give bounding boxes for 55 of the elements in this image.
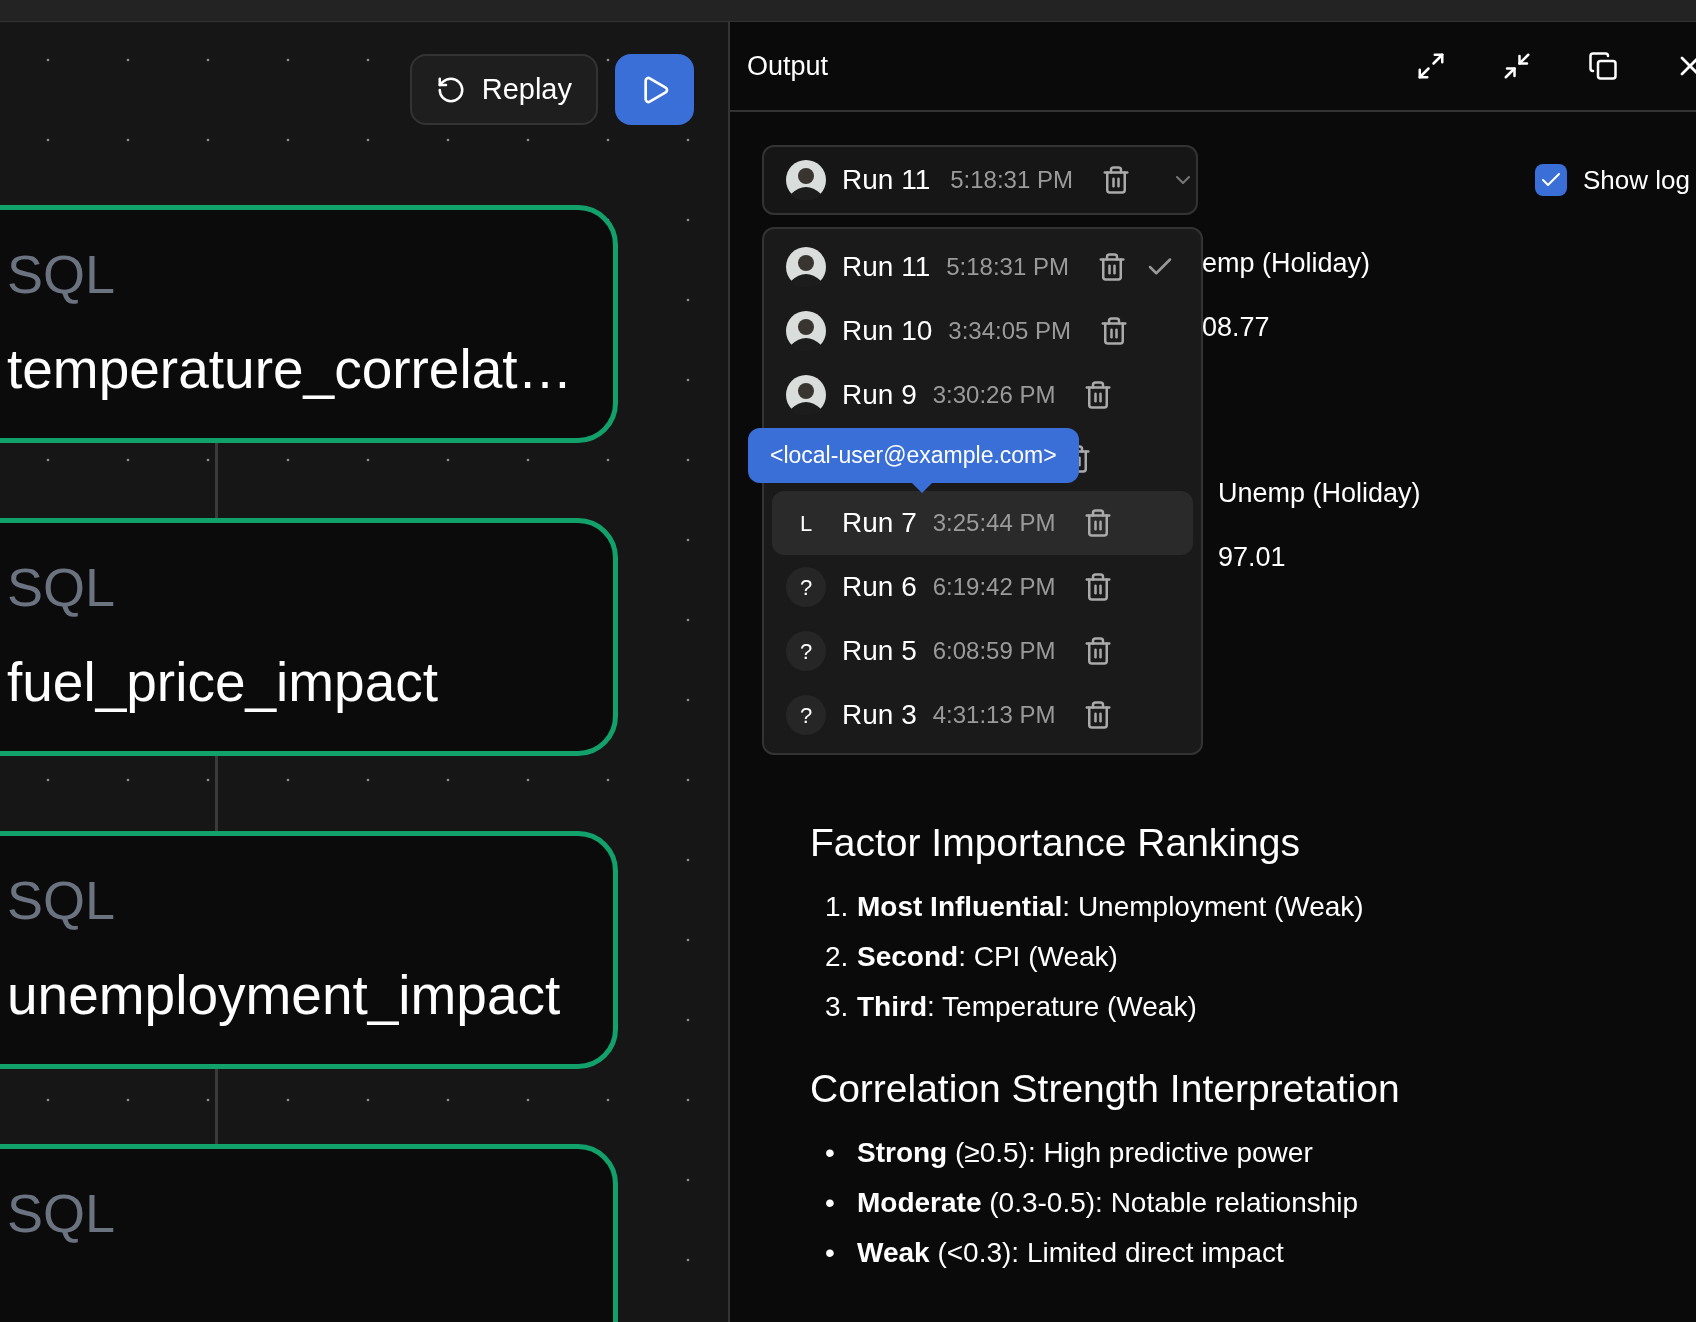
run-button[interactable]: [615, 54, 694, 125]
run-item[interactable]: Run 10 3:34:05 PM: [772, 299, 1193, 363]
list-marker: •: [825, 1186, 836, 1220]
output-text: 97.01: [1218, 541, 1287, 574]
sql-node[interactable]: SQL fuel_price_impact: [0, 518, 618, 756]
show-logs-label: Show log: [1583, 163, 1690, 197]
run-select[interactable]: Run 11 5:18:31 PM: [762, 145, 1198, 215]
avatar-initial: ?: [786, 567, 826, 607]
avatar-initial: L: [798, 509, 814, 538]
maximize-icon[interactable]: [1416, 51, 1446, 81]
email-tooltip: <local-user@example.com>: [748, 428, 1079, 483]
output-text: 08.77: [1202, 311, 1271, 344]
list-marker: 3.: [825, 990, 850, 1024]
list-marker: •: [825, 1136, 836, 1170]
list-marker: 2.: [825, 940, 850, 974]
list-item: Moderate (0.3-0.5): Notable relationship: [857, 1186, 1359, 1220]
avatar-icon: [786, 311, 826, 351]
list-item: Strong (≥0.5): High predictive power: [857, 1136, 1313, 1170]
copy-icon[interactable]: [1588, 51, 1618, 81]
sql-node[interactable]: SQL unemployment_impact: [0, 831, 618, 1069]
list-item: Second: CPI (Weak): [857, 940, 1118, 974]
subsection-heading: Correlation Strength Interpretation: [810, 1066, 1401, 1112]
run-item[interactable]: ? Run 3 4:31:13 PM: [772, 683, 1193, 747]
list-item: Third: Temperature (Weak): [857, 990, 1197, 1024]
avatar-icon: [786, 247, 826, 287]
node-name: unemployment_impact: [7, 963, 562, 1028]
avatar-initial: ?: [786, 631, 826, 671]
node-name: temperature_correlat…: [7, 337, 574, 402]
node-name: fuel_price_impact: [7, 650, 440, 715]
panel-title: Output: [747, 49, 829, 83]
run-item[interactable]: Run 9 3:30:26 PM: [772, 363, 1193, 427]
node-type: SQL: [7, 556, 117, 619]
node-type: SQL: [7, 243, 117, 306]
subsection-heading: Factor Importance Rankings: [810, 820, 1301, 866]
run-item[interactable]: ? Run 6 6:19:42 PM: [772, 555, 1193, 619]
sql-node[interactable]: SQL: [0, 1144, 618, 1322]
list-marker: •: [825, 1236, 836, 1270]
list-item: Most Influential: Unemployment (Weak): [857, 890, 1364, 924]
sql-node[interactable]: SQL temperature_correlat…: [0, 205, 618, 443]
run-item[interactable]: L Run 7 3:25:44 PM: [772, 491, 1193, 555]
replay-button[interactable]: Replay: [409, 54, 598, 125]
avatar-initial: ?: [786, 695, 826, 735]
node-type: SQL: [7, 1182, 117, 1245]
run-item[interactable]: Run 11 5:18:31 PM: [772, 235, 1193, 299]
avatar-icon: [786, 160, 826, 200]
output-text: emp (Holiday): [1202, 247, 1372, 280]
output-text: Unemp (Holiday): [1218, 477, 1422, 510]
list-item: Weak (<0.3): Limited direct impact: [857, 1236, 1284, 1270]
node-type: SQL: [7, 869, 117, 932]
tooltip-pointer: [912, 483, 932, 493]
show-logs-checkbox[interactable]: [1535, 164, 1568, 196]
list-marker: 1.: [825, 890, 850, 924]
run-item[interactable]: ? Run 5 6:08:59 PM: [772, 619, 1193, 683]
avatar-icon: [786, 375, 826, 415]
minimize-icon[interactable]: [1502, 51, 1532, 81]
